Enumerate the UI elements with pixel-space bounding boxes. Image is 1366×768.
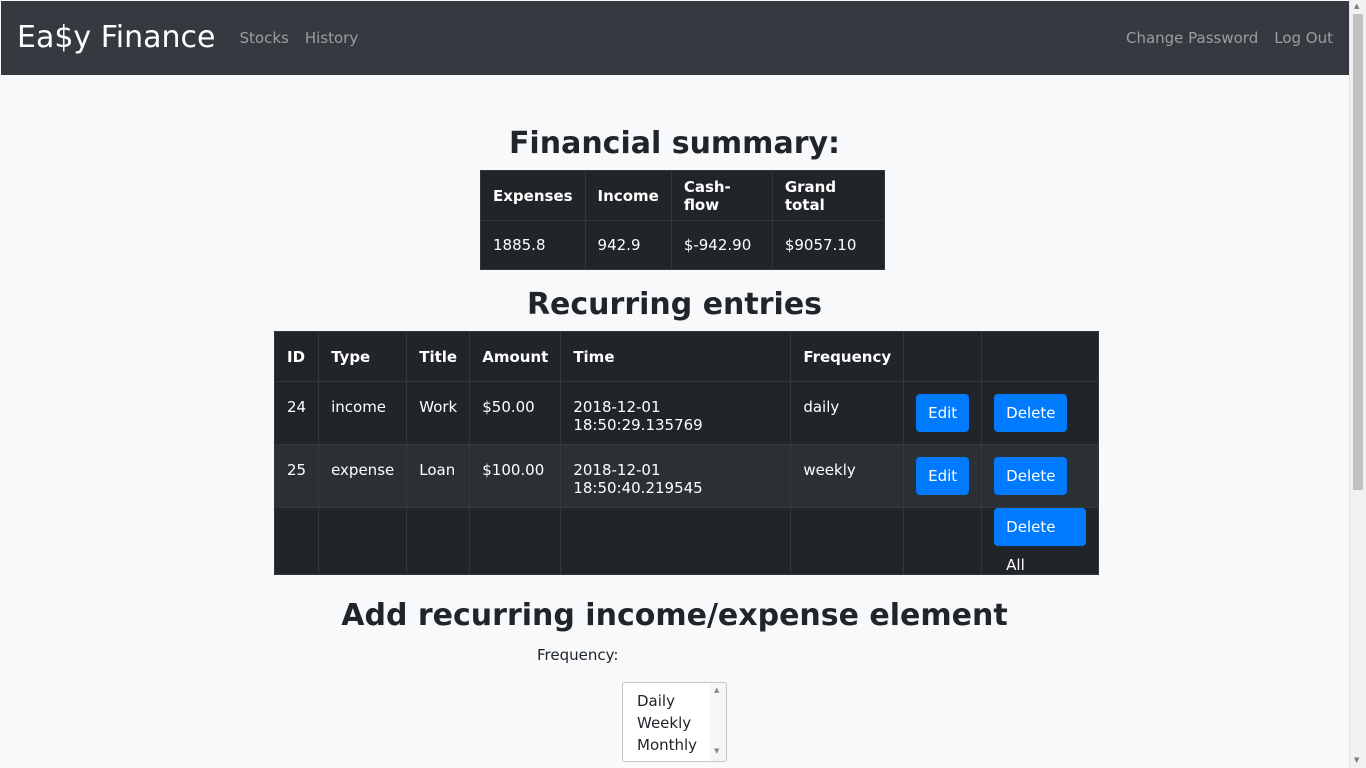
- table-row: 25 expense Loan $100.00 2018-12-01 18:50…: [273, 444, 1100, 508]
- recurring-heading: Recurring entries: [526, 287, 823, 322]
- summary-row: 1885.8 942.9 $-942.90 $9057.10: [480, 220, 885, 270]
- delete-button[interactable]: Delete: [994, 394, 1068, 432]
- nav-link-change-password[interactable]: Change Password: [1126, 29, 1258, 47]
- edit-cell: Edit: [903, 381, 983, 445]
- table-row-actions: Delete All: [273, 507, 1100, 575]
- cash-flow-value: $-942.90: [670, 220, 773, 270]
- empty-cell: [318, 507, 408, 575]
- option-daily[interactable]: Daily: [623, 690, 697, 712]
- delete-button[interactable]: Delete: [994, 457, 1068, 495]
- row-id: 24: [273, 381, 320, 445]
- empty-cell: [903, 507, 983, 575]
- frequency-label: Frequency:: [537, 646, 619, 664]
- edit-cell: Edit: [903, 444, 983, 508]
- page-scrollbar[interactable]: ▲ ▼: [1349, 0, 1366, 768]
- delete-all-button[interactable]: Delete All: [994, 508, 1087, 574]
- frequency-options: Daily Weekly Monthly: [623, 690, 697, 756]
- add-form-heading: Add recurring income/expense element: [341, 598, 1008, 633]
- row-type: income: [318, 381, 408, 445]
- option-weekly[interactable]: Weekly: [623, 712, 697, 734]
- row-time: 2018-12-01 18:50:40.219545: [560, 444, 792, 508]
- row-title: Work: [406, 381, 471, 445]
- col-id: ID: [273, 331, 320, 382]
- empty-cell: [790, 507, 905, 575]
- table-row: 24 income Work $50.00 2018-12-01 18:50:2…: [273, 381, 1100, 445]
- brand-logo[interactable]: Ea$y Finance: [17, 23, 216, 53]
- scrollbar-thumb[interactable]: [1353, 14, 1363, 490]
- row-amount: $100.00: [469, 444, 562, 508]
- row-amount: $50.00: [469, 381, 562, 445]
- row-id: 25: [273, 444, 320, 508]
- empty-cell: [273, 507, 320, 575]
- summary-header-row: Expenses Income Cash-flow Grand total: [480, 170, 885, 221]
- col-edit: [903, 331, 983, 382]
- edit-button[interactable]: Edit: [916, 394, 970, 432]
- nav-link-stocks[interactable]: Stocks: [240, 29, 289, 47]
- empty-cell: [406, 507, 471, 575]
- option-monthly[interactable]: Monthly: [623, 734, 697, 756]
- nav-link-history[interactable]: History: [305, 29, 358, 47]
- row-time: 2018-12-01 18:50:29.135769: [560, 381, 792, 445]
- empty-cell: [469, 507, 562, 575]
- col-frequency: Frequency: [790, 331, 905, 382]
- expenses-value: 1885.8: [480, 220, 586, 270]
- nav-link-log-out[interactable]: Log Out: [1274, 29, 1333, 47]
- nav-right-group: Change Password Log Out: [1110, 29, 1333, 47]
- row-frequency: daily: [790, 381, 905, 445]
- summary-table: Expenses Income Cash-flow Grand total 18…: [480, 170, 885, 270]
- select-scroll-down-icon[interactable]: ▼: [714, 747, 719, 755]
- col-type: Type: [318, 331, 408, 382]
- col-title: Title: [406, 331, 471, 382]
- frequency-select[interactable]: Daily Weekly Monthly ▲ ▼: [622, 682, 727, 762]
- empty-cell: [560, 507, 792, 575]
- col-delete: [981, 331, 1100, 382]
- col-grand-total: Grand total: [771, 170, 885, 221]
- recurring-table: ID Type Title Amount Time Frequency 24 i…: [273, 331, 1100, 575]
- row-title: Loan: [406, 444, 471, 508]
- col-cash-flow: Cash-flow: [670, 170, 773, 221]
- scroll-down-icon[interactable]: ▼: [1354, 756, 1359, 764]
- col-time: Time: [560, 331, 792, 382]
- edit-button[interactable]: Edit: [916, 457, 970, 495]
- col-expenses: Expenses: [480, 170, 586, 221]
- summary-heading: Financial summary:: [508, 126, 841, 161]
- select-scrollbar[interactable]: ▲ ▼: [710, 683, 726, 761]
- row-frequency: weekly: [790, 444, 905, 508]
- col-amount: Amount: [469, 331, 562, 382]
- row-type: expense: [318, 444, 408, 508]
- scroll-up-icon[interactable]: ▲: [1354, 2, 1359, 10]
- delete-cell: Delete: [981, 381, 1100, 445]
- col-income: Income: [584, 170, 672, 221]
- delete-all-cell: Delete All: [981, 507, 1100, 575]
- income-value: 942.9: [584, 220, 672, 270]
- recurring-header-row: ID Type Title Amount Time Frequency: [273, 331, 1100, 382]
- top-navbar: Ea$y Finance Stocks History Change Passw…: [1, 1, 1349, 75]
- grand-total-value: $9057.10: [771, 220, 885, 270]
- select-scroll-up-icon[interactable]: ▲: [714, 686, 719, 694]
- delete-cell: Delete: [981, 444, 1100, 508]
